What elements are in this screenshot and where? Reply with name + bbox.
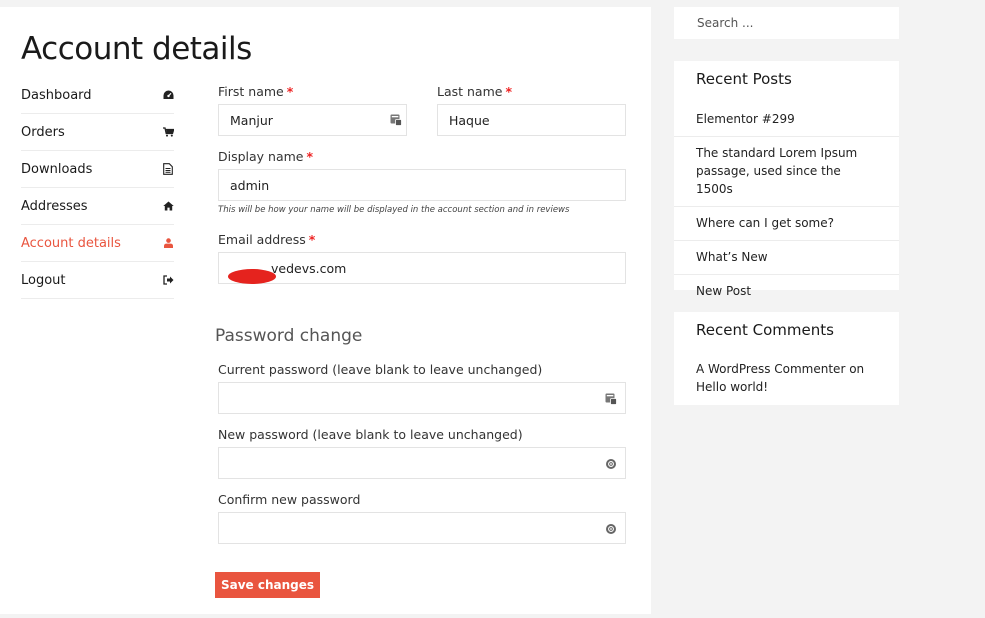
password-key-icon[interactable]: [605, 457, 617, 469]
recent-comments-title: Recent Comments: [696, 321, 834, 339]
comment-post-link[interactable]: Hello world!: [696, 380, 768, 394]
nav-item-label: Account details: [21, 235, 121, 251]
required-marker: *: [308, 232, 316, 247]
display-name-field[interactable]: admin: [218, 169, 626, 201]
nav-item-label: Logout: [21, 272, 66, 288]
autofill-card-icon[interactable]: [390, 113, 402, 126]
search-input[interactable]: Search ...: [674, 7, 899, 39]
sign-out-icon: [162, 274, 174, 286]
nav-item-label: Orders: [21, 124, 65, 140]
email-value: vedevs.com: [271, 260, 347, 276]
nav-item-label: Addresses: [21, 198, 88, 214]
email-label: Email address *: [218, 232, 315, 247]
recent-posts-title: Recent Posts: [696, 70, 792, 88]
nav-item-label: Dashboard: [21, 87, 92, 103]
current-password-label: Current password (leave blank to leave u…: [218, 362, 543, 377]
recent-post-link[interactable]: New Post: [674, 275, 899, 308]
password-key-icon[interactable]: [605, 522, 617, 534]
comment-on-text: on: [849, 362, 865, 376]
recent-comment: A WordPress Commenter on Hello world!: [696, 360, 886, 396]
display-name-hint: This will be how your name will be displ…: [218, 205, 570, 215]
nav-item-addresses[interactable]: Addresses: [21, 188, 174, 225]
account-navigation: Dashboard Orders Downloads Addresses Acc…: [21, 77, 174, 299]
nav-item-logout[interactable]: Logout: [21, 262, 174, 299]
first-name-field[interactable]: Manjur: [218, 104, 407, 136]
last-name-label: Last name *: [437, 84, 512, 99]
cart-icon: [162, 126, 174, 138]
recent-post-link[interactable]: What’s New: [674, 241, 899, 275]
comment-author-link[interactable]: A WordPress Commenter: [696, 362, 845, 376]
current-password-field[interactable]: [218, 382, 626, 414]
recent-post-link[interactable]: Where can I get some?: [674, 207, 899, 241]
home-icon: [162, 200, 174, 212]
recent-post-link[interactable]: The standard Lorem Ipsum passage, used s…: [674, 137, 899, 207]
last-name-field[interactable]: Haque: [437, 104, 626, 136]
recent-comments-widget: Recent Comments A WordPress Commenter on…: [674, 312, 899, 405]
display-name-label-text: Display name: [218, 149, 304, 164]
new-password-field[interactable]: [218, 447, 626, 479]
display-name-value: admin: [230, 177, 270, 193]
recent-posts-widget: Recent Posts Elementor #299 The standard…: [674, 61, 899, 298]
display-name-label: Display name *: [218, 149, 313, 164]
autofill-card-icon[interactable]: [605, 392, 617, 405]
file-icon: [162, 163, 174, 175]
nav-item-account-details[interactable]: Account details: [21, 225, 174, 262]
nav-item-dashboard[interactable]: Dashboard: [21, 77, 174, 114]
page-title: Account details: [21, 31, 252, 67]
new-password-label: New password (leave blank to leave uncha…: [218, 427, 523, 442]
account-content-card: Account details Dashboard Orders Downloa…: [0, 7, 651, 614]
password-section-title: Password change: [215, 326, 363, 346]
redaction-mark: [228, 269, 276, 284]
confirm-password-label: Confirm new password: [218, 492, 361, 507]
user-icon: [162, 237, 174, 249]
nav-item-label: Downloads: [21, 161, 93, 177]
recent-posts-list: Elementor #299 The standard Lorem Ipsum …: [674, 103, 899, 308]
required-marker: *: [286, 84, 294, 99]
email-field[interactable]: vedevs.com: [218, 252, 626, 284]
nav-item-orders[interactable]: Orders: [21, 114, 174, 151]
confirm-password-field[interactable]: [218, 512, 626, 544]
first-name-value: Manjur: [230, 112, 273, 128]
required-marker: *: [306, 149, 314, 164]
email-label-text: Email address: [218, 232, 306, 247]
search-placeholder: Search ...: [697, 16, 754, 30]
nav-item-downloads[interactable]: Downloads: [21, 151, 174, 188]
required-marker: *: [505, 84, 513, 99]
first-name-label: First name *: [218, 84, 293, 99]
last-name-label-text: Last name: [437, 84, 503, 99]
save-changes-button[interactable]: Save changes: [215, 572, 320, 598]
last-name-value: Haque: [449, 112, 490, 128]
recent-post-link[interactable]: Elementor #299: [674, 103, 899, 137]
dashboard-icon: [162, 89, 174, 101]
first-name-label-text: First name: [218, 84, 284, 99]
